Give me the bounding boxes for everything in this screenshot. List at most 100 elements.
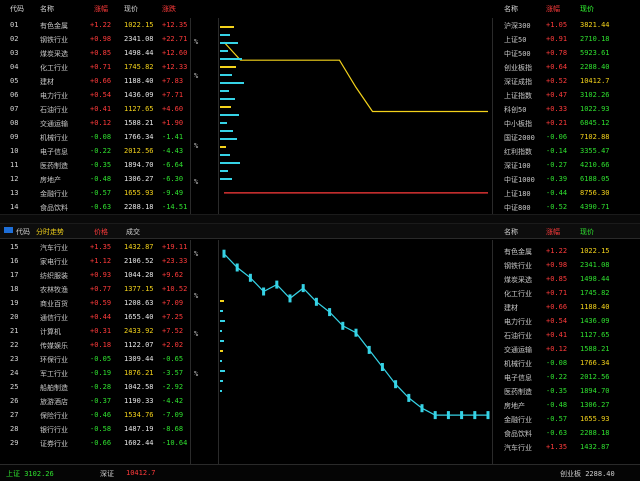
index-row[interactable]: 上证指数 +0.47 3102.26 — [500, 88, 640, 102]
index-row[interactable]: 医药制造 -0.35 1894.70 — [500, 384, 640, 398]
right-header-price[interactable]: 现价 — [580, 4, 594, 14]
index-row[interactable]: 食品饮料 -0.63 2288.18 — [500, 426, 640, 440]
quote-row[interactable]: 04 化工行业 +0.71 1745.82 +12.33 — [0, 60, 190, 74]
quote-row[interactable]: 03 煤炭采选 +0.85 1498.44 +12.60 — [0, 46, 190, 60]
quote-row[interactable]: 07 石油行业 +0.41 1127.65 +4.60 — [0, 102, 190, 116]
index-row[interactable]: 中证500 +0.78 5923.61 — [500, 46, 640, 60]
quote-row[interactable]: 25 船舶制造 -0.28 1042.58 -2.92 — [0, 380, 190, 394]
quote-row[interactable]: 28 银行行业 -0.58 1487.19 -8.68 — [0, 422, 190, 436]
header-change[interactable]: 涨幅 — [94, 4, 108, 14]
top-intraday-chart[interactable] — [218, 18, 492, 214]
quote-row[interactable]: 02 钢铁行业 +0.98 2341.08 +22.71 — [0, 32, 190, 46]
quote-row[interactable]: 12 房地产 -0.48 1306.27 -6.30 — [0, 172, 190, 186]
price-tick-mark — [394, 380, 398, 389]
index-row[interactable]: 汽车行业 +1.35 1432.87 — [500, 440, 640, 454]
quote-row[interactable]: 23 环保行业 -0.05 1309.44 -0.65 — [0, 352, 190, 366]
tab-code[interactable]: 代码 — [16, 227, 30, 237]
index-name: 有色金属 — [504, 248, 532, 256]
quote-row[interactable]: 09 机械行业 -0.08 1766.34 -1.41 — [0, 130, 190, 144]
quote-row[interactable]: 27 保险行业 -0.46 1534.76 -7.09 — [0, 408, 190, 422]
quote-row[interactable]: 14 食品饮料 -0.63 2288.18 -14.51 — [0, 200, 190, 214]
quote-row[interactable]: 01 有色金属 +1.22 1022.15 +12.35 — [0, 18, 190, 32]
quote-rise: -4.43 — [162, 147, 184, 155]
index-change: -0.14 — [546, 147, 568, 155]
index-row[interactable]: 交通运输 +0.12 1588.21 — [500, 342, 640, 356]
index-row[interactable]: 建材 +0.66 1188.40 — [500, 300, 640, 314]
quote-row[interactable]: 11 医药制造 -0.35 1894.70 -6.64 — [0, 158, 190, 172]
price-tick-mark — [301, 284, 305, 293]
index-row[interactable]: 机械行业 -0.08 1766.34 — [500, 356, 640, 370]
status-left[interactable]: 上证 3102.26 — [6, 469, 54, 479]
quote-row[interactable]: 08 交通运输 +0.12 1588.21 +1.90 — [0, 116, 190, 130]
index-row[interactable]: 沪深300 +1.05 3821.44 — [500, 18, 640, 32]
volume-bar — [220, 114, 239, 116]
quote-row[interactable]: 29 证券行业 -0.66 1602.44 -10.64 — [0, 436, 190, 450]
quote-row[interactable]: 10 电子信息 -0.22 2012.56 -4.43 — [0, 144, 190, 158]
tab-title[interactable]: 分时走势 — [36, 227, 64, 237]
index-row[interactable]: 科创50 +0.33 1022.93 — [500, 102, 640, 116]
index-price: 3102.26 — [580, 91, 610, 99]
index-row[interactable]: 电子信息 -0.22 2012.56 — [500, 370, 640, 384]
header-code[interactable]: 代码 — [10, 4, 24, 14]
index-row[interactable]: 中小板指 +0.21 6845.12 — [500, 116, 640, 130]
axis-label: % — [194, 292, 199, 300]
quote-name: 传媒娱乐 — [40, 342, 68, 350]
quote-row[interactable]: 21 计算机 +0.31 2433.92 +7.52 — [0, 324, 190, 338]
pane-divider[interactable] — [0, 214, 640, 224]
index-row[interactable]: 国证2000 -0.06 7102.88 — [500, 130, 640, 144]
index-row[interactable]: 电力行业 +0.54 1436.09 — [500, 314, 640, 328]
quote-row[interactable]: 26 旅游酒店 -0.37 1190.33 -4.42 — [0, 394, 190, 408]
index-row[interactable]: 中证1000 -0.39 6188.05 — [500, 172, 640, 186]
quote-row[interactable]: 17 纺织服装 +0.93 1044.28 +9.62 — [0, 268, 190, 282]
quote-row[interactable]: 19 商业百货 +0.59 1208.63 +7.09 — [0, 296, 190, 310]
quote-rise: +10.52 — [162, 285, 188, 293]
quote-change: +0.66 — [90, 77, 112, 85]
quote-price: 1436.09 — [124, 91, 154, 99]
index-row[interactable]: 煤炭采选 +0.85 1498.44 — [500, 272, 640, 286]
price-tick-mark — [275, 280, 279, 289]
tab-col-price[interactable]: 价格 — [94, 227, 108, 237]
quote-row[interactable]: 16 家电行业 +1.12 2106.52 +23.33 — [0, 254, 190, 268]
quote-code: 27 — [10, 411, 19, 419]
index-row[interactable]: 有色金属 +1.22 1022.15 — [500, 244, 640, 258]
volume-bar — [220, 360, 222, 362]
quote-row[interactable]: 05 建材 +0.66 1188.40 +7.83 — [0, 74, 190, 88]
quote-row[interactable]: 22 传媒娱乐 +0.18 1122.07 +2.02 — [0, 338, 190, 352]
index-row[interactable]: 上证180 -0.44 8756.30 — [500, 186, 640, 200]
index-row[interactable]: 金融行业 -0.57 1655.93 — [500, 412, 640, 426]
tab-bar-icon[interactable] — [4, 227, 13, 235]
index-row[interactable]: 创业板指 +0.64 2288.40 — [500, 60, 640, 74]
index-change: -0.57 — [546, 415, 568, 423]
status-mid-value[interactable]: 10412.7 — [126, 469, 156, 477]
quote-rise: -8.68 — [162, 425, 184, 433]
right-header-change[interactable]: 涨幅 — [546, 4, 560, 14]
quote-row[interactable]: 06 电力行业 +0.54 1436.09 +7.71 — [0, 88, 190, 102]
tab-col-vol[interactable]: 成交 — [126, 227, 140, 237]
header-rise[interactable]: 涨跌 — [162, 4, 176, 14]
index-row[interactable]: 红利指数 -0.14 3355.47 — [500, 144, 640, 158]
right-header-name[interactable]: 名称 — [504, 4, 518, 14]
index-row[interactable]: 深证成指 +0.52 10412.7 — [500, 74, 640, 88]
index-row[interactable]: 钢铁行业 +0.98 2341.08 — [500, 258, 640, 272]
index-row[interactable]: 中证800 -0.52 4390.71 — [500, 200, 640, 214]
quote-row[interactable]: 20 通信行业 +0.44 1655.40 +7.25 — [0, 310, 190, 324]
status-right[interactable]: 创业板 2288.40 — [560, 469, 615, 479]
tab-right-change[interactable]: 涨幅 — [546, 227, 560, 237]
index-row[interactable]: 石油行业 +0.41 1127.65 — [500, 328, 640, 342]
quote-row[interactable]: 13 金融行业 -0.57 1655.93 -9.49 — [0, 186, 190, 200]
quote-code: 17 — [10, 271, 19, 279]
tab-right-price[interactable]: 现价 — [580, 227, 594, 237]
header-price[interactable]: 现价 — [124, 4, 138, 14]
quote-row[interactable]: 18 农林牧渔 +0.77 1377.15 +10.52 — [0, 282, 190, 296]
index-row[interactable]: 化工行业 +0.71 1745.82 — [500, 286, 640, 300]
quote-name: 化工行业 — [40, 64, 68, 72]
header-name[interactable]: 名称 — [40, 4, 54, 14]
quote-row[interactable]: 15 汽车行业 +1.35 1432.87 +19.11 — [0, 240, 190, 254]
index-row[interactable]: 深证100 -0.27 4210.66 — [500, 158, 640, 172]
index-change: -0.44 — [546, 189, 568, 197]
bottom-intraday-chart[interactable] — [218, 240, 492, 446]
index-row[interactable]: 房地产 -0.48 1306.27 — [500, 398, 640, 412]
tab-right-name[interactable]: 名称 — [504, 227, 518, 237]
index-row[interactable]: 上证50 +0.91 2710.18 — [500, 32, 640, 46]
quote-row[interactable]: 24 军工行业 -0.19 1876.21 -3.57 — [0, 366, 190, 380]
